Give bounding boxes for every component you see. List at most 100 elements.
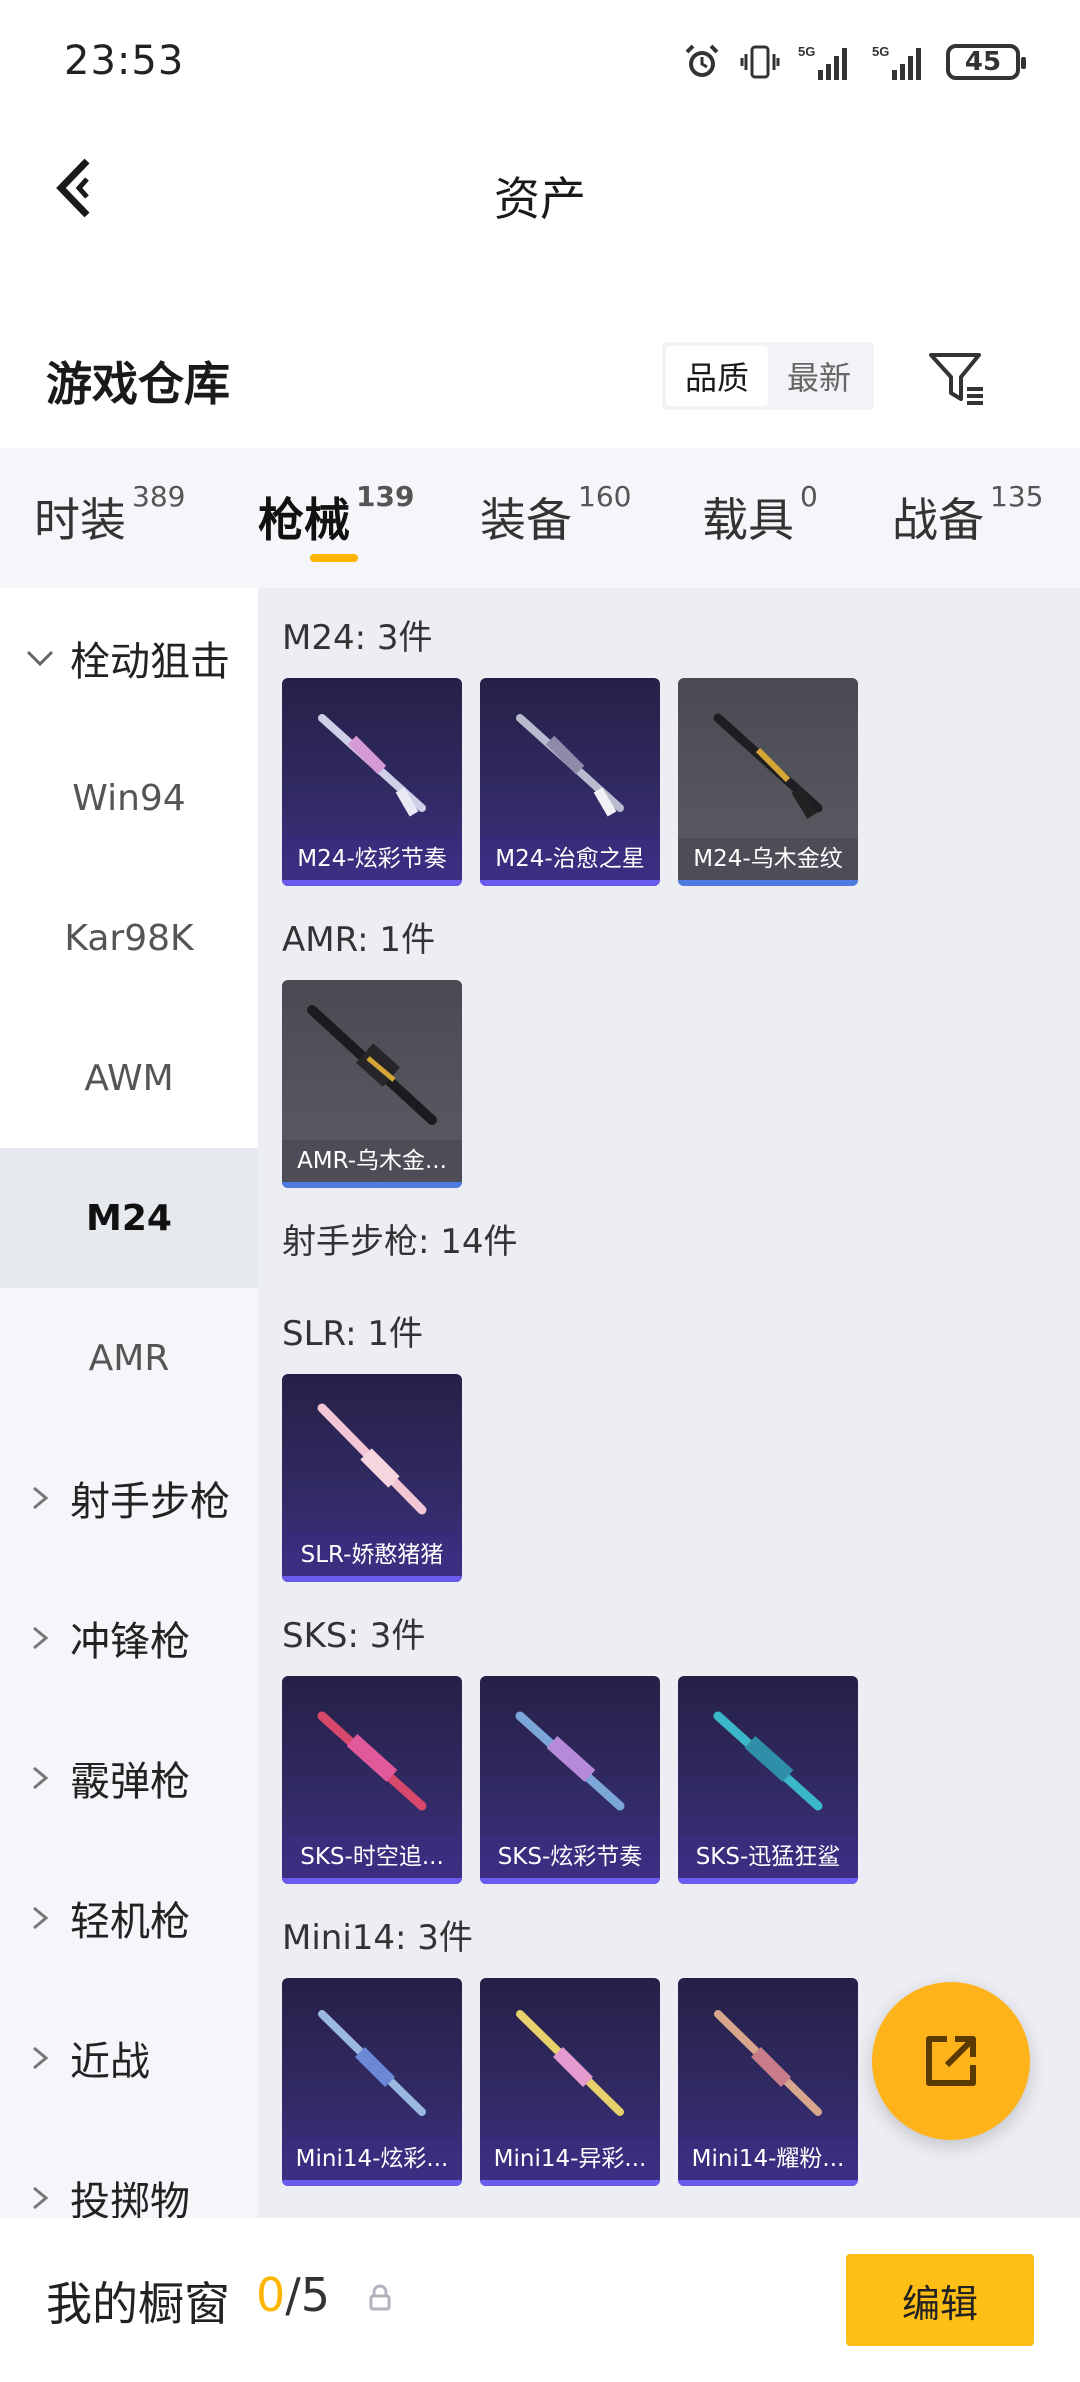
section-label-dmr: 射手步枪: 14件 xyxy=(282,1222,518,1262)
sidebar-group-throwable[interactable]: 投掷物 xyxy=(0,2128,258,2218)
edit-button[interactable]: 编辑 xyxy=(846,2254,1034,2346)
tab-label: 战备 xyxy=(892,493,984,547)
category-tabs: 时装 389 枪械 139 装备 160 载具 0 战备 135 xyxy=(0,448,1080,588)
tab-label: 枪械 xyxy=(258,493,350,547)
weapon-card[interactable]: Mini14-耀粉... xyxy=(678,1978,858,2186)
alarm-icon xyxy=(685,44,719,77)
sidebar-group-label: 近战 xyxy=(70,2039,150,2085)
weapon-card[interactable]: M24-治愈之星 xyxy=(480,678,660,886)
quality-bar xyxy=(282,2180,462,2186)
weapon-name: Mini14-炫彩... xyxy=(282,2138,462,2180)
weapon-card[interactable]: M24-炫彩节奏 xyxy=(282,678,462,886)
sort-option-latest[interactable]: 最新 xyxy=(768,346,870,406)
title-bar: 资产 xyxy=(0,125,1080,255)
weapon-card[interactable]: AMR-乌木金... xyxy=(282,980,462,1188)
tab-costume[interactable]: 时装 389 xyxy=(34,480,185,550)
sidebar-item-win94[interactable]: Win94 xyxy=(0,728,258,868)
weapon-name: M24-乌木金纹 xyxy=(678,838,858,880)
tab-count: 0 xyxy=(800,480,818,513)
weapon-card[interactable]: M24-乌木金纹 xyxy=(678,678,858,886)
showcase-count: 0/5 xyxy=(256,2268,330,2322)
rifle-image xyxy=(307,1005,437,1125)
sidebar-group-label: 射手步枪 xyxy=(70,1479,230,1525)
share-icon xyxy=(926,2036,976,2086)
active-tab-indicator xyxy=(310,554,358,562)
chevron-right-icon xyxy=(33,1626,49,1650)
sidebar-group-label: 冲锋枪 xyxy=(70,1619,190,1665)
sidebar: 栓动狙击 Win94 Kar98K AWM M24 AMR 射手步枪 冲锋枪 霰… xyxy=(0,588,258,2218)
status-icons: 5G 5G 45 xyxy=(682,40,1026,84)
weapon-card[interactable]: SKS-时空追... xyxy=(282,1676,462,1884)
bottom-bar: 我的橱窗 0/5 编辑 xyxy=(0,2218,1080,2382)
weapon-name: SLR-娇憨猪猪 xyxy=(282,1534,462,1576)
rifle-image xyxy=(317,1711,427,1811)
section-label-amr: AMR: 1件 xyxy=(282,920,436,960)
quality-bar xyxy=(480,880,660,886)
sidebar-group-lmg[interactable]: 轻机枪 xyxy=(0,1848,258,1988)
sidebar-group-smg[interactable]: 冲锋枪 xyxy=(0,1568,258,1708)
section-label-m24: M24: 3件 xyxy=(282,618,433,658)
rifle-image xyxy=(318,714,426,817)
weapon-card[interactable]: SKS-迅猛狂鲨 xyxy=(678,1676,858,1884)
weapon-card[interactable]: Mini14-异彩... xyxy=(480,1978,660,2186)
chevron-down-icon xyxy=(26,650,54,667)
battery-indicator: 45 xyxy=(946,44,1026,80)
weapon-card[interactable]: SLR-娇憨猪猪 xyxy=(282,1374,462,1582)
signal-icon-1: 5G xyxy=(798,44,847,80)
section-label-slr: SLR: 1件 xyxy=(282,1314,423,1354)
weapon-name: SKS-炫彩节奏 xyxy=(480,1836,660,1878)
sidebar-group-melee[interactable]: 近战 xyxy=(0,1988,258,2128)
weapon-card[interactable]: Mini14-炫彩... xyxy=(282,1978,462,2186)
weapon-name: M24-治愈之星 xyxy=(480,838,660,880)
sort-option-quality[interactable]: 品质 xyxy=(666,346,768,406)
tab-firearms[interactable]: 枪械 139 xyxy=(258,480,414,550)
quality-bar xyxy=(282,1182,462,1188)
quality-bar xyxy=(282,1576,462,1582)
weapon-name: AMR-乌木金... xyxy=(282,1140,462,1182)
chevron-right-icon xyxy=(33,2186,49,2210)
rifle-image xyxy=(515,1711,625,1811)
rifle-image xyxy=(713,713,823,819)
lock-icon xyxy=(369,2284,391,2311)
svg-text:5G: 5G xyxy=(872,44,889,59)
tab-vehicles[interactable]: 载具 0 xyxy=(702,480,818,550)
chevron-right-icon xyxy=(33,1906,49,1930)
weapon-card[interactable]: SKS-炫彩节奏 xyxy=(480,1676,660,1884)
tab-count: 389 xyxy=(132,480,186,513)
warehouse-title: 游戏仓库 xyxy=(46,357,230,411)
status-bar: 23:53 5G 5G 45 xyxy=(0,0,1080,125)
sidebar-group-label: 霰弹枪 xyxy=(70,1759,190,1805)
sidebar-group-bolt-sniper[interactable]: 栓动狙击 xyxy=(0,588,258,728)
sidebar-item-m24[interactable]: M24 xyxy=(0,1148,258,1288)
weapon-name: M24-炫彩节奏 xyxy=(282,838,462,880)
signal-icon-2: 5G xyxy=(872,44,921,80)
filter-icon xyxy=(929,353,983,405)
chevron-right-icon xyxy=(33,1766,49,1790)
showcase-label: 我的橱窗 xyxy=(46,2277,230,2331)
weapon-name: SKS-时空追... xyxy=(282,1836,462,1878)
section-label-mini14: Mini14: 3件 xyxy=(282,1918,473,1958)
sidebar-item-amr[interactable]: AMR xyxy=(0,1288,258,1428)
quality-bar xyxy=(480,1878,660,1884)
showcase-current: 0 xyxy=(256,2268,286,2322)
weapon-name: SKS-迅猛狂鲨 xyxy=(678,1836,858,1878)
chevron-right-icon xyxy=(33,2046,49,2070)
svg-text:5G: 5G xyxy=(798,44,815,59)
tab-count: 139 xyxy=(356,480,415,513)
rifle-image xyxy=(318,2010,426,2116)
tab-equipment[interactable]: 装备 160 xyxy=(480,480,631,550)
filter-button[interactable] xyxy=(922,344,992,414)
quality-bar xyxy=(678,2180,858,2186)
sidebar-item-kar98k[interactable]: Kar98K xyxy=(0,868,258,1008)
weapon-content: M24: 3件 M24-炫彩节奏 M24-治愈之星 M24-乌木金纹 AMR: … xyxy=(258,588,1080,2218)
tab-count: 160 xyxy=(578,480,632,513)
sidebar-group-dmr[interactable]: 射手步枪 xyxy=(0,1428,258,1568)
page-title: 资产 xyxy=(494,172,586,226)
tab-supplies[interactable]: 战备 135 xyxy=(892,480,1043,550)
sort-toggle: 品质 最新 xyxy=(662,342,874,410)
quality-bar xyxy=(480,2180,660,2186)
sidebar-item-awm[interactable]: AWM xyxy=(0,1008,258,1148)
sidebar-group-shotgun[interactable]: 霰弹枪 xyxy=(0,1708,258,1848)
share-fab[interactable] xyxy=(872,1982,1030,2140)
quality-bar xyxy=(678,880,858,886)
